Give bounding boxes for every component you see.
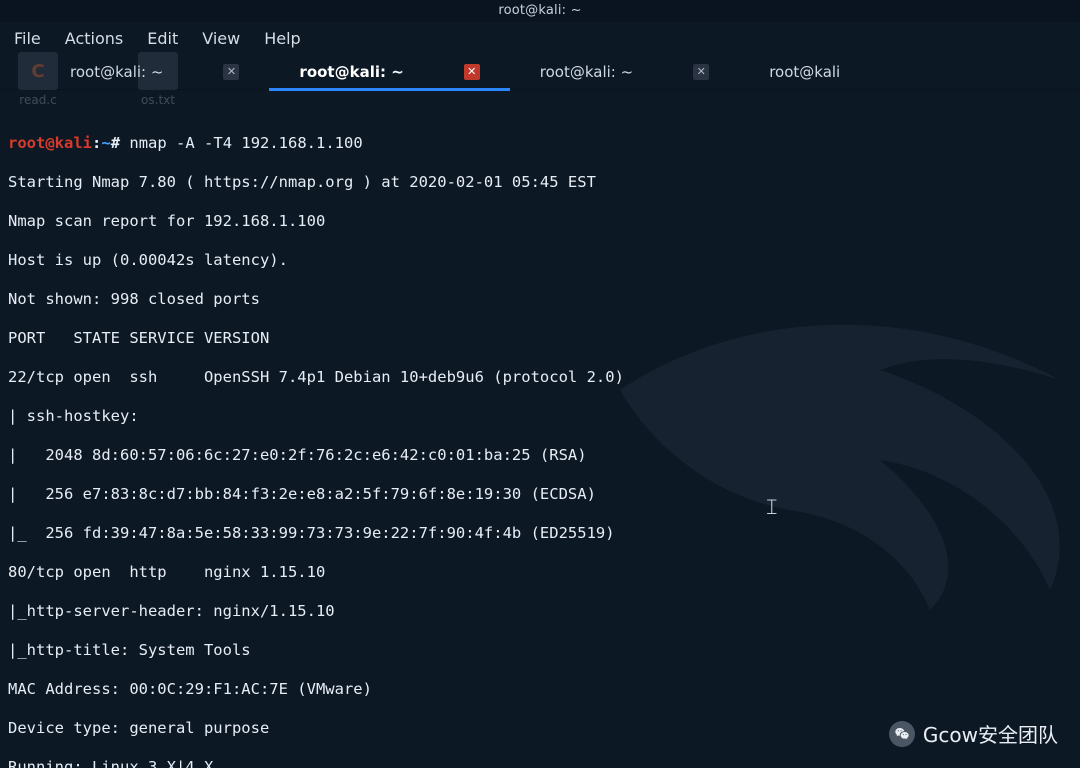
tab-label: root@kali: ~ (299, 63, 403, 81)
terminal-tab[interactable]: root@kali: ~ ✕ (60, 59, 249, 85)
output-line: | ssh-hostkey: (8, 407, 1072, 427)
wechat-icon (889, 721, 915, 747)
output-line: 22/tcp open ssh OpenSSH 7.4p1 Debian 10+… (8, 368, 1072, 388)
desktop-file-label: read.c (18, 93, 58, 107)
close-icon[interactable]: ✕ (693, 64, 709, 80)
menu-view[interactable]: View (202, 29, 240, 48)
prompt-user: root (8, 134, 45, 152)
menu-file[interactable]: File (14, 29, 41, 48)
terminal-tab[interactable]: root@kali: ~ ✕ (530, 59, 719, 85)
prompt-host: kali (55, 134, 92, 152)
menu-edit[interactable]: Edit (147, 29, 178, 48)
desktop-file-label: os.txt (138, 93, 178, 107)
output-line: MAC Address: 00:0C:29:F1:AC:7E (VMware) (8, 680, 1072, 700)
terminal-tab[interactable]: root@kali (759, 59, 850, 85)
tab-label: root@kali: ~ (540, 63, 633, 81)
output-line: | 2048 8d:60:57:06:6c:27:e0:2f:76:2c:e6:… (8, 446, 1072, 466)
output-line: | 256 e7:83:8c:d7:bb:84:f3:2e:e8:a2:5f:7… (8, 485, 1072, 505)
output-line: |_http-server-header: nginx/1.15.10 (8, 602, 1072, 622)
prompt-at: @ (45, 134, 54, 152)
tab-label: root@kali (769, 63, 840, 81)
watermark-text: Gcow安全团队 (923, 719, 1058, 748)
output-line: Starting Nmap 7.80 ( https://nmap.org ) … (8, 173, 1072, 193)
menubar: File Actions Edit View Help (0, 22, 1080, 54)
tabbar: root@kali: ~ ✕ root@kali: ~ ✕ root@kali:… (0, 54, 1080, 90)
window-title: root@kali: ~ (498, 3, 581, 18)
window-titlebar: root@kali: ~ (0, 0, 1080, 22)
output-line: |_ 256 fd:39:47:8a:5e:58:33:99:73:73:9e:… (8, 524, 1072, 544)
output-line: Host is up (0.00042s latency). (8, 251, 1072, 271)
tab-label: root@kali: ~ (70, 63, 163, 81)
prompt-path: ~ (101, 134, 110, 152)
prompt-hash: # (111, 134, 120, 152)
prompt-sep: : (92, 134, 101, 152)
output-line: Running: Linux 3.X|4.X (8, 758, 1072, 768)
close-icon[interactable]: ✕ (223, 64, 239, 80)
output-line: Nmap scan report for 192.168.1.100 (8, 212, 1072, 232)
prompt-line: root@kali:~# nmap -A -T4 192.168.1.100 (8, 134, 1072, 154)
terminal-tab-active[interactable]: root@kali: ~ ✕ (289, 59, 489, 85)
close-icon[interactable]: ✕ (464, 64, 480, 80)
output-line: Not shown: 998 closed ports (8, 290, 1072, 310)
watermark: Gcow安全团队 (889, 719, 1058, 748)
menu-help[interactable]: Help (264, 29, 300, 48)
output-line: 80/tcp open http nginx 1.15.10 (8, 563, 1072, 583)
command-text: nmap -A -T4 192.168.1.100 (129, 134, 362, 152)
output-line: |_http-title: System Tools (8, 641, 1072, 661)
text-cursor-icon: 𝙸 (764, 494, 780, 520)
output-line: PORT STATE SERVICE VERSION (8, 329, 1072, 349)
menu-actions[interactable]: Actions (65, 29, 123, 48)
terminal-output[interactable]: root@kali:~# nmap -A -T4 192.168.1.100 S… (0, 108, 1080, 768)
